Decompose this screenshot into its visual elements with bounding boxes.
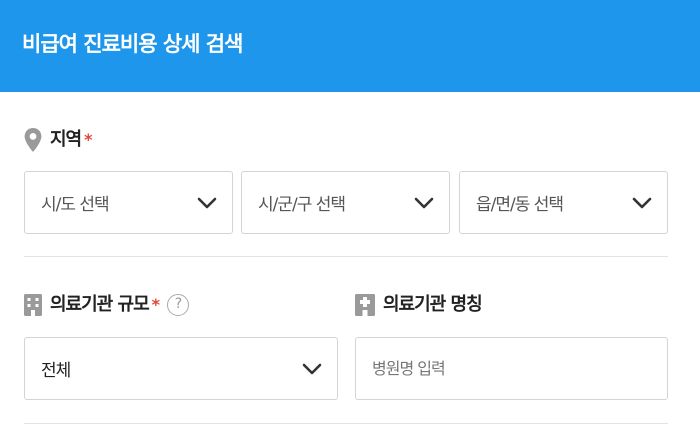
- hospital-icon: [355, 294, 375, 316]
- institution-scale-select[interactable]: 전체: [24, 337, 338, 400]
- help-icon[interactable]: ?: [167, 294, 190, 316]
- page-header: 비급여 진료비용 상세 검색: [0, 0, 700, 92]
- sigungu-select-value: 시/군/구 선택: [258, 195, 346, 215]
- region-label: 지역: [50, 129, 82, 150]
- chevron-down-icon: [301, 358, 323, 380]
- building-icon: [24, 294, 42, 316]
- institution-name-label-group: 의료기관 명칭: [355, 294, 483, 316]
- sido-select-value: 시/도 선택: [41, 195, 110, 215]
- institution-name-input[interactable]: [372, 359, 651, 378]
- institution-name-field[interactable]: [355, 337, 668, 400]
- location-pin-icon: [24, 128, 42, 152]
- chevron-down-icon: [196, 192, 218, 214]
- sido-select[interactable]: 시/도 선택: [24, 171, 233, 234]
- institution-scale-required-mark: *: [151, 295, 160, 314]
- institution-scale-label-group: 의료기관 규모 * ?: [24, 294, 190, 316]
- institution-scale-label: 의료기관 규모: [50, 294, 150, 315]
- institution-scale-select-value: 전체: [41, 361, 71, 381]
- eupmyeondong-select[interactable]: 읍/면/동 선택: [459, 171, 668, 234]
- section-divider: [24, 423, 668, 424]
- region-required-mark: *: [84, 130, 92, 149]
- chevron-down-icon: [631, 192, 653, 214]
- sigungu-select[interactable]: 시/군/구 선택: [241, 171, 450, 234]
- page-title: 비급여 진료비용 상세 검색: [22, 32, 243, 56]
- region-label-group: 지역 *: [24, 128, 93, 152]
- chevron-down-icon: [413, 192, 435, 214]
- institution-name-label: 의료기관 명칭: [383, 294, 483, 315]
- eupmyeondong-select-value: 읍/면/동 선택: [476, 195, 564, 215]
- section-divider: [24, 256, 668, 257]
